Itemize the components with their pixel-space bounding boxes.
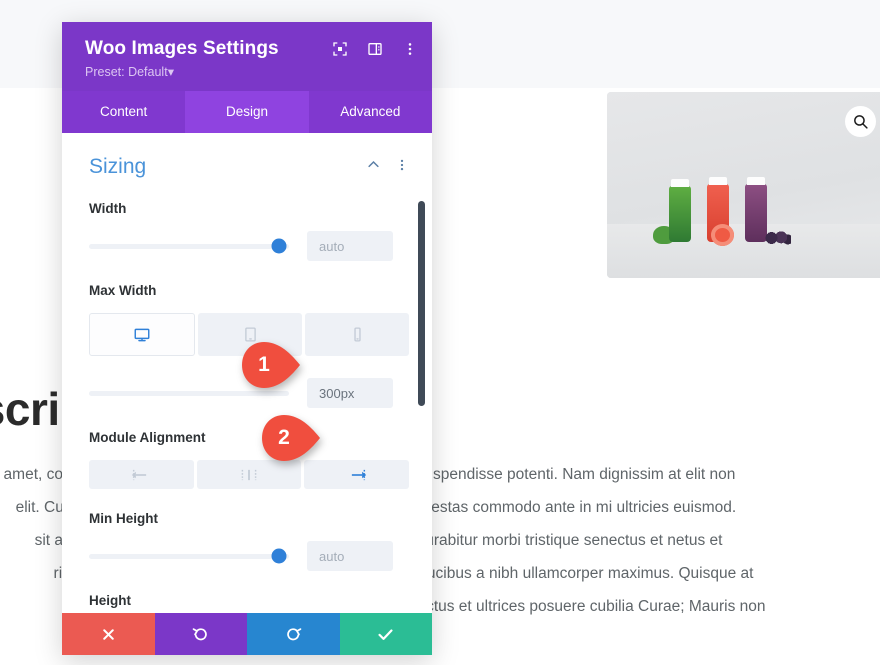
chevron-down-icon: ▾ [167, 65, 174, 79]
paragraph-line: egestas commodo ante in mi ultricies eui… [414, 499, 737, 516]
device-tab-desktop[interactable] [89, 313, 195, 356]
align-right-icon [351, 469, 366, 480]
section-more-options-icon[interactable] [395, 158, 409, 177]
field-label-min-height: Min Height [89, 511, 158, 526]
align-right-option[interactable] [304, 460, 410, 489]
field-label-module-alignment: Module Alignment [89, 430, 206, 445]
desktop-icon [134, 328, 150, 341]
width-slider-thumb[interactable] [271, 238, 287, 254]
paragraph-line: faucibus a nibh ullamcorper maximus. Qui… [414, 565, 754, 582]
tab-advanced[interactable]: Advanced [309, 91, 432, 133]
callout-pin-1-label: 1 [258, 353, 270, 376]
more-options-icon[interactable] [401, 40, 418, 57]
paragraph-line: Curabitur morbi tristique senectus et ne… [414, 532, 723, 549]
expand-view-icon[interactable] [331, 40, 348, 57]
modal-tabs: Content Design Advanced [62, 91, 432, 133]
align-left-option[interactable] [89, 460, 194, 489]
product-image-surface [607, 224, 880, 278]
tab-design[interactable]: Design [185, 91, 309, 133]
tab-content[interactable]: Content [62, 91, 185, 133]
tomato-prop [711, 224, 734, 246]
paragraph-line: Suspendisse potenti. Nam dignissim at el… [414, 466, 736, 483]
min-height-slider-thumb[interactable] [271, 548, 287, 564]
callout-pin-2-label: 2 [278, 426, 290, 449]
cancel-button[interactable] [62, 613, 155, 655]
modal-scrollbar[interactable] [418, 143, 425, 533]
field-height: Height auto [89, 593, 409, 613]
callout-pin-1: 1 [241, 341, 301, 389]
width-value-input[interactable]: auto [307, 231, 393, 261]
body-text-right-column: Suspendisse potenti. Nam dignissim at el… [414, 458, 880, 623]
callout-pin-2: 2 [261, 414, 321, 462]
phone-icon [353, 327, 361, 342]
modal-action-bar [62, 613, 432, 655]
save-button[interactable] [339, 613, 432, 655]
field-label-height: Height [89, 593, 131, 608]
width-slider[interactable] [89, 238, 289, 254]
search-icon [854, 115, 868, 129]
image-zoom-button[interactable] [845, 106, 876, 137]
check-icon [378, 628, 393, 640]
purple-juice-bottle [745, 177, 767, 242]
module-alignment-options [89, 460, 410, 489]
chevron-up-icon[interactable] [366, 157, 381, 177]
modal-scrollbar-thumb[interactable] [418, 201, 425, 406]
modal-header: Woo Images Settings Preset: Default▾ [62, 22, 432, 91]
device-tab-phone[interactable] [305, 313, 409, 356]
field-width: Width auto [89, 201, 409, 261]
align-center-option[interactable] [196, 460, 302, 489]
panel-layout-icon[interactable] [366, 40, 383, 57]
undo-icon [192, 627, 208, 640]
settings-modal: Woo Images Settings Preset: Default▾ Con… [62, 22, 432, 655]
min-height-slider[interactable] [89, 548, 289, 564]
section-title: Sizing [89, 155, 147, 178]
max-width-slider[interactable] [89, 390, 289, 396]
preset-selector[interactable]: Preset: Default▾ [85, 64, 414, 79]
field-label-width: Width [89, 201, 127, 216]
align-center-icon [241, 469, 257, 480]
max-width-value-input[interactable]: 300px [307, 378, 393, 408]
berries-prop [765, 231, 791, 245]
green-juice-bottle [669, 179, 691, 242]
undo-button[interactable] [154, 613, 247, 655]
min-height-value-input[interactable]: auto [307, 541, 393, 571]
redo-icon [286, 627, 302, 640]
product-image[interactable] [607, 92, 880, 278]
sizing-section-header: Sizing [89, 155, 409, 179]
modal-header-icons [331, 40, 418, 57]
paragraph-line: luctus et ultrices posuere cubilia Curae… [414, 598, 766, 615]
field-module-alignment: Module Alignment [89, 430, 410, 489]
redo-button[interactable] [247, 613, 340, 655]
close-icon [103, 628, 114, 640]
screen: Description Lorem ipsum dolor sit amet, … [0, 0, 880, 665]
field-label-max-width: Max Width [89, 283, 157, 298]
preset-label: Preset: Default [85, 65, 168, 79]
align-left-icon [132, 469, 147, 480]
field-min-height: Min Height auto [89, 511, 409, 571]
